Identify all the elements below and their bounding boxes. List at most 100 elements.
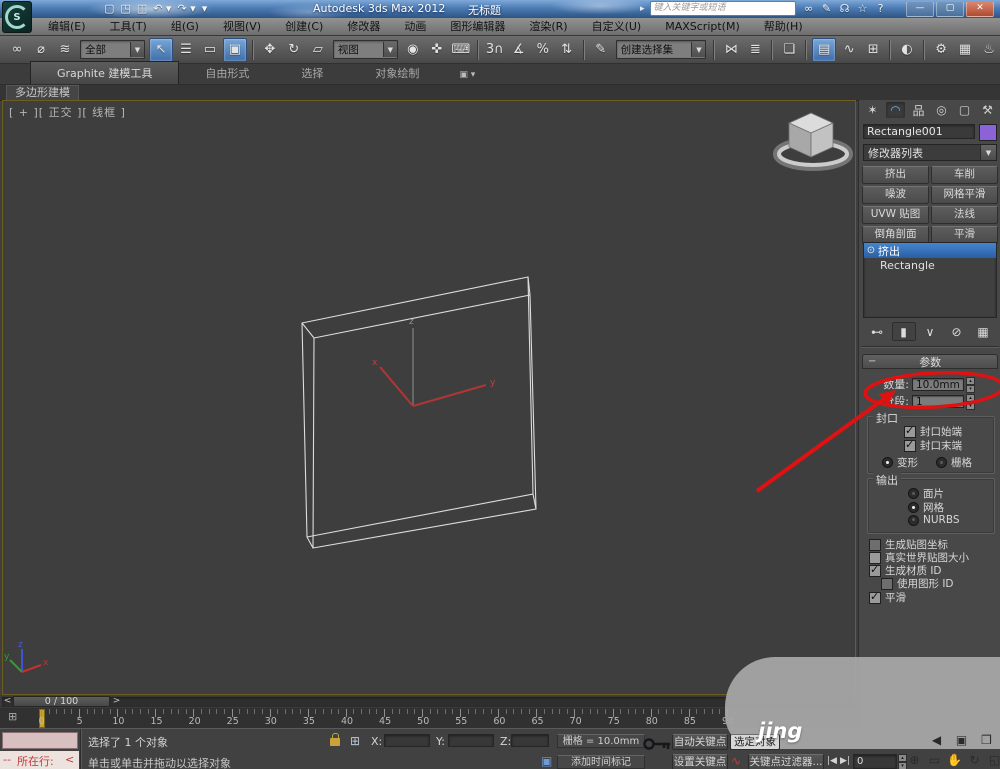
go-to-start-icon[interactable]: |◀ <box>827 756 837 766</box>
z-coordinate-field[interactable] <box>511 734 549 747</box>
previous-frame-arrow[interactable]: < <box>2 696 13 707</box>
viewport[interactable]: [ + ][ 正交 ][ 线框 ] z x y z y x <box>2 100 856 695</box>
ribbon-tab-graphite[interactable]: Graphite 建模工具 <box>30 61 180 84</box>
stack-item-extrude[interactable]: ⊙ 挤出 <box>864 243 996 258</box>
render-setup-icon[interactable]: ⚙ <box>930 39 952 61</box>
favorites-star-icon[interactable]: ☆ <box>855 2 871 16</box>
rectangular-selection-region-icon[interactable]: ▭ <box>199 39 221 61</box>
curve-editor-icon[interactable]: ∿ <box>838 39 860 61</box>
open-mini-curve-editor-icon[interactable]: ⊞ <box>8 710 17 723</box>
cap-end-checkbox[interactable] <box>904 438 916 452</box>
rendered-frame-window-icon[interactable]: ▦ <box>954 39 976 61</box>
listener-arrow[interactable]: < <box>65 753 74 766</box>
select-and-scale-icon[interactable]: ▱ <box>307 39 329 61</box>
modifier-button-3[interactable]: 噪波 <box>862 186 929 204</box>
modifier-button-2[interactable]: 车削 <box>931 166 998 184</box>
reference-coordinate-dropdown[interactable]: 视图 ▼ <box>332 40 398 59</box>
pen-icon[interactable]: ✎ <box>819 2 835 16</box>
unlink-selection-icon[interactable]: ⌀ <box>30 39 52 61</box>
amount-field[interactable]: 10.0mm <box>912 377 964 391</box>
morph-radio[interactable] <box>882 457 893 468</box>
time-slider-handle[interactable]: 0 / 100 <box>13 696 110 707</box>
segments-spinner[interactable]: ▴ ▾ <box>966 393 975 410</box>
stack-item-rectangle[interactable]: Rectangle <box>864 258 996 273</box>
show-end-result-icon[interactable]: ▮ <box>891 322 916 341</box>
auto-key-button[interactable]: 自动关键点 <box>672 734 728 750</box>
selection-lock-icon[interactable] <box>330 733 340 746</box>
percent-snap-icon[interactable]: % <box>532 39 554 61</box>
select-and-rotate-icon[interactable]: ↻ <box>283 39 305 61</box>
select-and-move-icon[interactable]: ✥ <box>259 39 281 61</box>
x-coordinate-field[interactable] <box>384 734 430 747</box>
select-and-link-icon[interactable]: ∞ <box>6 39 28 61</box>
menu-item-6[interactable]: 修改器 <box>335 18 392 35</box>
set-key-button[interactable]: 设置关键点 <box>672 754 728 769</box>
redo-icon[interactable]: ↷ ▾ <box>177 1 195 17</box>
modifier-button-6[interactable]: 法线 <box>931 206 998 224</box>
menu-item-12[interactable]: 帮助(H) <box>752 18 815 35</box>
maximize-viewport-toggle-icon[interactable]: ◱ <box>986 753 1000 767</box>
undo-icon[interactable]: ↶ ▾ <box>153 1 171 17</box>
mesh-radio[interactable] <box>908 502 919 513</box>
use-shape-ids-checkbox[interactable] <box>881 577 893 590</box>
amount-spinner[interactable]: ▴ ▾ <box>966 376 975 393</box>
viewport-label[interactable]: [ + ][ 正交 ][ 线框 ] <box>9 104 126 120</box>
select-and-manipulate-icon[interactable]: ✜ <box>426 39 448 61</box>
zoom-extents-all-icon[interactable]: ❒ <box>978 733 995 747</box>
save-file-icon[interactable]: ◫ <box>137 1 147 17</box>
segments-field[interactable]: 1 <box>912 394 964 408</box>
cap-start-checkbox[interactable] <box>904 424 916 438</box>
time-tag-icon[interactable]: ▣ <box>541 754 552 768</box>
application-menu-button[interactable]: S <box>2 1 32 33</box>
help-icon[interactable]: ? <box>873 2 889 16</box>
select-object-icon[interactable]: ↖ <box>148 37 173 62</box>
bind-to-space-warp-icon[interactable]: ≋ <box>54 39 76 61</box>
configure-modifier-sets-icon[interactable]: ▦ <box>971 322 995 341</box>
modify-tab-icon[interactable]: ◠ <box>886 102 905 118</box>
hierarchy-tab-icon[interactable]: 品 <box>909 102 928 118</box>
current-frame-field[interactable]: 0 <box>853 754 897 769</box>
maxscript-mini-listener-white[interactable]: -- 所在行: < <box>0 751 79 769</box>
orbit-icon[interactable]: ↻ <box>966 753 983 767</box>
create-tab-icon[interactable]: ✶ <box>863 102 882 118</box>
ribbon-panel-polygon-modeling[interactable]: 多边形建模 <box>6 85 79 100</box>
generate-mapping-coords-checkbox[interactable] <box>869 538 881 551</box>
qat-customize-icon[interactable]: ▾ <box>202 1 208 17</box>
y-coordinate-field[interactable] <box>448 734 494 747</box>
make-unique-icon[interactable]: ∨ <box>918 322 942 341</box>
menu-item-9[interactable]: 渲染(R) <box>517 18 579 35</box>
maxscript-mini-listener-pink[interactable] <box>2 732 78 749</box>
display-tab-icon[interactable]: ▢ <box>955 102 974 118</box>
angle-snap-icon[interactable]: ∡ <box>508 39 530 61</box>
minimize-button[interactable]: — <box>906 1 934 17</box>
chevron-down-icon[interactable]: ▼ <box>382 42 397 57</box>
menu-item-3[interactable]: 组(G) <box>159 18 211 35</box>
nurbs-radio[interactable] <box>908 514 919 526</box>
spinner-snap-icon[interactable]: ⇅ <box>556 39 578 61</box>
search-caret-icon[interactable]: ▸ <box>640 4 645 14</box>
communication-center-icon[interactable]: ☊ <box>837 2 853 16</box>
search-input[interactable]: 键入关键字或短语 <box>649 1 796 16</box>
new-scene-icon[interactable]: ▢ <box>104 1 114 17</box>
menu-item-11[interactable]: MAXScript(M) <box>653 18 752 35</box>
modifier-button-4[interactable]: 网格平滑 <box>931 186 998 204</box>
chevron-down-icon[interactable]: ▼ <box>129 42 144 57</box>
keyboard-override-icon[interactable]: ⌨ <box>450 39 472 61</box>
pin-stack-icon[interactable]: ⊷ <box>865 322 889 341</box>
modifier-button-1[interactable]: 挤出 <box>862 166 929 184</box>
search-icon[interactable]: ∞ <box>801 2 817 16</box>
add-time-tag-button[interactable]: 添加时间标记 <box>557 755 645 769</box>
open-file-icon[interactable]: ◳ <box>120 1 130 17</box>
modifier-button-5[interactable]: UVW 贴图 <box>862 206 929 224</box>
pan-hand-icon[interactable]: ✋ <box>946 753 963 767</box>
graphite-ribbon-toggle-icon[interactable]: ▤ <box>812 37 837 62</box>
absolute-mode-icon[interactable]: ⊞ <box>350 734 360 748</box>
object-color-swatch[interactable] <box>979 124 997 141</box>
material-editor-icon[interactable]: ◐ <box>896 39 918 61</box>
smooth-checkbox[interactable] <box>869 590 881 604</box>
window-crossing-icon[interactable]: ▣ <box>222 37 247 62</box>
remove-modifier-icon[interactable]: ⊘ <box>945 322 969 341</box>
menu-item-8[interactable]: 图形编辑器 <box>438 18 517 35</box>
next-frame-arrow[interactable]: > <box>111 696 122 707</box>
menu-item-1[interactable]: 编辑(E) <box>36 18 98 35</box>
